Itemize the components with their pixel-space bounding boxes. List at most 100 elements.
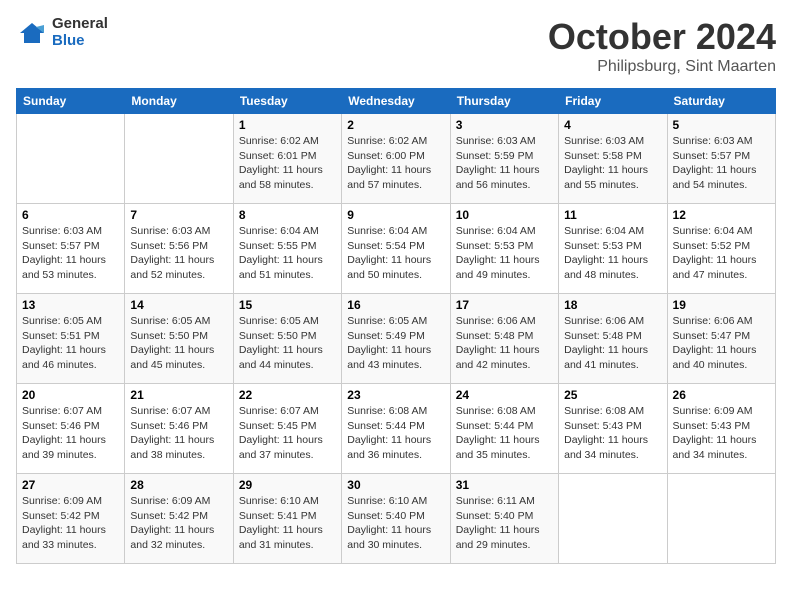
day-info: Sunrise: 6:04 AM Sunset: 5:54 PM Dayligh…	[347, 224, 444, 283]
day-info: Sunrise: 6:07 AM Sunset: 5:45 PM Dayligh…	[239, 404, 336, 463]
day-info: Sunrise: 6:08 AM Sunset: 5:44 PM Dayligh…	[347, 404, 444, 463]
calendar-week-row: 6Sunrise: 6:03 AM Sunset: 5:57 PM Daylig…	[17, 204, 776, 294]
calendar-cell: 27 Sunrise: 6:09 AM Sunset: 5:42 PM Dayli…	[17, 474, 125, 564]
day-number: 13	[22, 298, 119, 312]
day-number: 18	[564, 298, 661, 312]
calendar-header-row: SundayMondayTuesdayWednesdayThursdayFrid…	[17, 89, 776, 114]
day-info: Sunrise: 6:03 AM Sunset: 5:56 PM Dayligh…	[130, 224, 227, 283]
day-number: 1	[239, 118, 336, 132]
day-number: 20	[22, 388, 119, 402]
day-info: Sunrise: 6:04 AM Sunset: 5:53 PM Dayligh…	[456, 224, 553, 283]
day-info: Sunrise: 6:05 AM Sunset: 5:50 PM Dayligh…	[130, 314, 227, 373]
day-number: 25	[564, 388, 661, 402]
day-info: Sunrise: 6:02 AM Sunset: 6:00 PM Dayligh…	[347, 134, 444, 193]
day-number: 26	[673, 388, 770, 402]
calendar-cell: 29Sunrise: 6:10 AM Sunset: 5:41 PM Dayli…	[233, 474, 341, 564]
day-number: 8	[239, 208, 336, 222]
title-block: October 2024 Philipsburg, Sint Maarten	[548, 16, 776, 76]
day-info: Sunrise: 6:05 AM Sunset: 5:49 PM Dayligh…	[347, 314, 444, 373]
day-number: 6	[22, 208, 119, 222]
calendar-cell: 5 Sunrise: 6:03 AM Sunset: 5:57 PM Daylig…	[667, 114, 775, 204]
day-info: Sunrise: 6:06 AM Sunset: 5:48 PM Dayligh…	[564, 314, 661, 373]
calendar-cell: 6Sunrise: 6:03 AM Sunset: 5:57 PM Daylig…	[17, 204, 125, 294]
day-number: 15	[239, 298, 336, 312]
calendar-cell: 22 Sunrise: 6:07 AM Sunset: 5:45 PM Dayli…	[233, 384, 341, 474]
calendar-week-row: 20 Sunrise: 6:07 AM Sunset: 5:46 PM Dayli…	[17, 384, 776, 474]
day-number: 21	[130, 388, 227, 402]
calendar-cell: 24 Sunrise: 6:08 AM Sunset: 5:44 PM Dayli…	[450, 384, 558, 474]
calendar-cell	[667, 474, 775, 564]
day-number: 5	[673, 118, 770, 132]
day-number: 11	[564, 208, 661, 222]
calendar-cell	[559, 474, 667, 564]
calendar-cell: 7 Sunrise: 6:03 AM Sunset: 5:56 PM Daylig…	[125, 204, 233, 294]
title-month: October 2024	[548, 16, 776, 58]
calendar-cell: 11 Sunrise: 6:04 AM Sunset: 5:53 PM Dayli…	[559, 204, 667, 294]
calendar-cell: 20 Sunrise: 6:07 AM Sunset: 5:46 PM Dayli…	[17, 384, 125, 474]
page-header: General Blue October 2024 Philipsburg, S…	[16, 16, 776, 76]
calendar-cell: 26 Sunrise: 6:09 AM Sunset: 5:43 PM Dayli…	[667, 384, 775, 474]
logo-general: General	[52, 16, 108, 33]
day-info: Sunrise: 6:08 AM Sunset: 5:43 PM Dayligh…	[564, 404, 661, 463]
day-info: Sunrise: 6:05 AM Sunset: 5:51 PM Dayligh…	[22, 314, 119, 373]
day-number: 7	[130, 208, 227, 222]
calendar-week-row: 1 Sunrise: 6:02 AM Sunset: 6:01 PM Daylig…	[17, 114, 776, 204]
calendar-week-row: 27 Sunrise: 6:09 AM Sunset: 5:42 PM Dayli…	[17, 474, 776, 564]
day-info: Sunrise: 6:02 AM Sunset: 6:01 PM Dayligh…	[239, 134, 336, 193]
day-number: 16	[347, 298, 444, 312]
day-info: Sunrise: 6:06 AM Sunset: 5:47 PM Dayligh…	[673, 314, 770, 373]
calendar-cell: 21 Sunrise: 6:07 AM Sunset: 5:46 PM Dayli…	[125, 384, 233, 474]
day-info: Sunrise: 6:09 AM Sunset: 5:42 PM Dayligh…	[22, 494, 119, 553]
day-info: Sunrise: 6:04 AM Sunset: 5:53 PM Dayligh…	[564, 224, 661, 283]
day-info: Sunrise: 6:03 AM Sunset: 5:58 PM Dayligh…	[564, 134, 661, 193]
day-number: 22	[239, 388, 336, 402]
day-info: Sunrise: 6:09 AM Sunset: 5:42 PM Dayligh…	[130, 494, 227, 553]
day-number: 10	[456, 208, 553, 222]
calendar-cell: 23 Sunrise: 6:08 AM Sunset: 5:44 PM Dayli…	[342, 384, 450, 474]
calendar-cell: 28 Sunrise: 6:09 AM Sunset: 5:42 PM Dayli…	[125, 474, 233, 564]
calendar-cell	[125, 114, 233, 204]
day-info: Sunrise: 6:06 AM Sunset: 5:48 PM Dayligh…	[456, 314, 553, 373]
day-number: 2	[347, 118, 444, 132]
day-number: 14	[130, 298, 227, 312]
day-info: Sunrise: 6:07 AM Sunset: 5:46 PM Dayligh…	[130, 404, 227, 463]
day-number: 3	[456, 118, 553, 132]
day-number: 27	[22, 478, 119, 492]
calendar-cell: 31 Sunrise: 6:11 AM Sunset: 5:40 PM Dayli…	[450, 474, 558, 564]
calendar-cell: 9Sunrise: 6:04 AM Sunset: 5:54 PM Daylig…	[342, 204, 450, 294]
logo-text: General Blue	[52, 16, 108, 49]
calendar-day-header: Monday	[125, 89, 233, 114]
day-info: Sunrise: 6:10 AM Sunset: 5:41 PM Dayligh…	[239, 494, 336, 553]
calendar-week-row: 13 Sunrise: 6:05 AM Sunset: 5:51 PM Dayli…	[17, 294, 776, 384]
title-location: Philipsburg, Sint Maarten	[548, 58, 776, 76]
day-number: 4	[564, 118, 661, 132]
day-info: Sunrise: 6:09 AM Sunset: 5:43 PM Dayligh…	[673, 404, 770, 463]
calendar-day-header: Saturday	[667, 89, 775, 114]
calendar-cell: 19 Sunrise: 6:06 AM Sunset: 5:47 PM Dayli…	[667, 294, 775, 384]
day-number: 19	[673, 298, 770, 312]
day-info: Sunrise: 6:10 AM Sunset: 5:40 PM Dayligh…	[347, 494, 444, 553]
calendar-cell: 13 Sunrise: 6:05 AM Sunset: 5:51 PM Dayli…	[17, 294, 125, 384]
calendar-cell: 8Sunrise: 6:04 AM Sunset: 5:55 PM Daylig…	[233, 204, 341, 294]
calendar-cell: 25 Sunrise: 6:08 AM Sunset: 5:43 PM Dayli…	[559, 384, 667, 474]
logo: General Blue	[16, 16, 108, 49]
day-number: 24	[456, 388, 553, 402]
day-info: Sunrise: 6:03 AM Sunset: 5:59 PM Dayligh…	[456, 134, 553, 193]
day-number: 17	[456, 298, 553, 312]
day-number: 23	[347, 388, 444, 402]
day-info: Sunrise: 6:03 AM Sunset: 5:57 PM Dayligh…	[673, 134, 770, 193]
day-info: Sunrise: 6:07 AM Sunset: 5:46 PM Dayligh…	[22, 404, 119, 463]
day-info: Sunrise: 6:11 AM Sunset: 5:40 PM Dayligh…	[456, 494, 553, 553]
logo-blue: Blue	[52, 33, 108, 50]
calendar-day-header: Tuesday	[233, 89, 341, 114]
calendar-cell: 18 Sunrise: 6:06 AM Sunset: 5:48 PM Dayli…	[559, 294, 667, 384]
day-number: 30	[347, 478, 444, 492]
calendar-cell	[17, 114, 125, 204]
day-number: 31	[456, 478, 553, 492]
day-info: Sunrise: 6:08 AM Sunset: 5:44 PM Dayligh…	[456, 404, 553, 463]
day-info: Sunrise: 6:04 AM Sunset: 5:52 PM Dayligh…	[673, 224, 770, 283]
day-number: 28	[130, 478, 227, 492]
calendar-cell: 12Sunrise: 6:04 AM Sunset: 5:52 PM Dayli…	[667, 204, 775, 294]
calendar-cell: 17 Sunrise: 6:06 AM Sunset: 5:48 PM Dayli…	[450, 294, 558, 384]
calendar-cell: 15Sunrise: 6:05 AM Sunset: 5:50 PM Dayli…	[233, 294, 341, 384]
